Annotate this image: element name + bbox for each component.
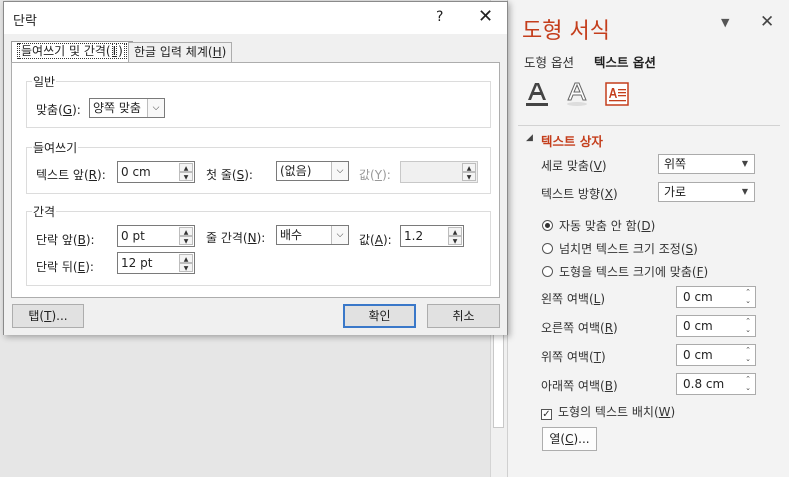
wrap-text-checkbox[interactable]: ✓ 도형의 텍스트 배치(W) bbox=[541, 403, 675, 420]
spin-down-icon[interactable]: ▼ bbox=[179, 172, 193, 181]
before-text-label: 텍스트 앞(R): bbox=[36, 168, 106, 182]
section-collapse-icon[interactable]: ◢ bbox=[526, 133, 533, 143]
chevron-down-icon: ⌵ bbox=[331, 162, 348, 180]
indent-by-label: 값(Y): bbox=[359, 168, 391, 182]
spin-buttons: ▲ ▼ bbox=[462, 163, 476, 181]
pane-close-icon[interactable]: ✕ bbox=[760, 12, 774, 32]
spin-buttons[interactable]: ▲ ▼ bbox=[179, 227, 193, 245]
spin-arrows-icon[interactable]: ⌃ ⌄ bbox=[745, 317, 751, 335]
line-spacing-select[interactable]: 배수 ⌵ bbox=[276, 225, 349, 245]
group-general-title: 일반 bbox=[32, 73, 57, 90]
radio-unselected-icon bbox=[542, 266, 553, 277]
radio-unselected-icon bbox=[542, 243, 553, 254]
tab-panel: 일반 맞춤(G): 양쪽 맞춤 ⌵ 들여쓰기 텍스트 앞(R): 0 cm ▲ ▼ 첫… bbox=[11, 62, 500, 298]
text-effects-icon[interactable] bbox=[564, 80, 590, 108]
bottom-margin-label: 아래쪽 여백(B) bbox=[541, 379, 618, 393]
group-indentation-title: 들여쓰기 bbox=[32, 139, 79, 156]
dialog-body: 들여쓰기 및 간격(I) 한글 입력 체계(H) 일반 맞춤(G): 양쪽 맞춤… bbox=[4, 34, 507, 335]
spacing-at-spinner[interactable]: 1.2 ▲ ▼ bbox=[400, 225, 464, 247]
chevron-down-icon: ⌵ bbox=[331, 226, 348, 244]
spin-up-icon[interactable]: ▲ bbox=[179, 227, 193, 236]
top-margin-spinner[interactable]: 0 cm ⌃ ⌄ bbox=[676, 344, 756, 366]
spacing-after-spinner[interactable]: 12 pt ▲ ▼ bbox=[117, 252, 195, 274]
cancel-button[interactable]: 취소 bbox=[427, 304, 500, 328]
radio-shrink-on-overflow[interactable]: 넘치면 텍스트 크기 조정(S) bbox=[542, 240, 698, 257]
tab-indents-spacing[interactable]: 들여쓰기 및 간격(I) bbox=[11, 41, 133, 63]
paragraph-dialog: 단락 ? ✕ 들여쓰기 및 간격(I) 한글 입력 체계(H) 일반 맞춤(G)… bbox=[3, 1, 508, 335]
spin-arrows-icon[interactable]: ⌃ ⌄ bbox=[745, 375, 751, 393]
spacing-after-label: 단락 뒤(E): bbox=[36, 260, 94, 274]
spacing-before-label: 단락 앞(B): bbox=[36, 233, 95, 247]
spin-up-icon[interactable]: ▲ bbox=[179, 254, 193, 263]
tab-asian-typography[interactable]: 한글 입력 체계(H) bbox=[128, 42, 233, 62]
tabs-button[interactable]: 탭(T)... bbox=[12, 304, 84, 328]
spin-down-icon: ▼ bbox=[462, 172, 476, 181]
close-icon[interactable]: ✕ bbox=[478, 6, 493, 27]
spin-arrows-icon[interactable]: ⌃ ⌄ bbox=[745, 288, 751, 306]
tab-text-options[interactable]: 텍스트 옵션 bbox=[594, 52, 656, 71]
before-text-spinner[interactable]: 0 cm ▲ ▼ bbox=[117, 161, 195, 183]
spin-buttons[interactable]: ▲ ▼ bbox=[448, 227, 462, 245]
radio-do-not-autofit[interactable]: 자동 맞춤 안 함(D) bbox=[542, 217, 655, 234]
spin-down-icon[interactable]: ▼ bbox=[179, 236, 193, 245]
pane-divider bbox=[518, 125, 780, 126]
spin-arrows-icon[interactable]: ⌃ ⌄ bbox=[745, 346, 751, 364]
columns-button[interactable]: 열(C)... bbox=[542, 427, 597, 451]
vertical-align-select[interactable]: 위쪽 ▼ bbox=[658, 154, 755, 174]
textbox-icon[interactable] bbox=[604, 80, 630, 108]
ok-button[interactable]: 확인 bbox=[343, 304, 416, 328]
alignment-label: 맞춤(G): bbox=[36, 103, 81, 117]
spin-up-icon: ▲ bbox=[462, 163, 476, 172]
spin-buttons[interactable]: ▲ ▼ bbox=[179, 254, 193, 272]
left-margin-spinner[interactable]: 0 cm ⌃ ⌄ bbox=[676, 286, 756, 308]
group-spacing bbox=[26, 211, 491, 286]
pane-options-caret-icon[interactable]: ▼ bbox=[721, 16, 729, 29]
chevron-down-icon: ▼ bbox=[741, 187, 748, 196]
line-spacing-label: 줄 간격(N): bbox=[206, 231, 266, 245]
first-line-label: 첫 줄(S): bbox=[206, 168, 253, 182]
spacing-before-spinner[interactable]: 0 pt ▲ ▼ bbox=[117, 225, 195, 247]
spin-buttons[interactable]: ▲ ▼ bbox=[179, 163, 193, 181]
first-line-select[interactable]: (없음) ⌵ bbox=[276, 161, 349, 181]
group-spacing-title: 간격 bbox=[32, 203, 57, 220]
pane-title: 도형 서식 bbox=[522, 19, 610, 44]
checkbox-checked-icon: ✓ bbox=[541, 409, 552, 420]
help-icon[interactable]: ? bbox=[436, 9, 443, 25]
right-margin-label: 오른쪽 여백(R) bbox=[541, 321, 618, 335]
text-direction-label: 텍스트 방향(X) bbox=[541, 187, 618, 201]
chevron-down-icon: ⌵ bbox=[147, 99, 164, 117]
top-margin-label: 위쪽 여백(T) bbox=[541, 350, 606, 364]
left-margin-label: 왼쪽 여백(L) bbox=[541, 292, 606, 306]
spin-down-icon[interactable]: ▼ bbox=[448, 236, 462, 245]
chevron-down-icon: ▼ bbox=[741, 159, 748, 168]
radio-selected-icon bbox=[542, 220, 553, 231]
right-margin-spinner[interactable]: 0 cm ⌃ ⌄ bbox=[676, 315, 756, 337]
indent-by-spinner: ▲ ▼ bbox=[400, 161, 478, 183]
dialog-title: 단락 bbox=[13, 14, 37, 29]
section-title-textbox[interactable]: 텍스트 상자 bbox=[541, 131, 603, 150]
spacing-at-label: 값(A): bbox=[359, 233, 392, 247]
format-shape-pane: 도형 서식 ▼ ✕ 도형 옵션 텍스트 옵션 ◢ 텍스트 상자 세로 맞춤(V)… bbox=[507, 0, 789, 477]
spin-down-icon[interactable]: ▼ bbox=[179, 263, 193, 272]
bottom-margin-spinner[interactable]: 0.8 cm ⌃ ⌄ bbox=[676, 373, 756, 395]
vertical-align-label: 세로 맞춤(V) bbox=[541, 159, 607, 173]
spin-up-icon[interactable]: ▲ bbox=[448, 227, 462, 236]
spin-up-icon[interactable]: ▲ bbox=[179, 163, 193, 172]
scrollbar-thumb[interactable] bbox=[493, 330, 504, 428]
tab-shape-options[interactable]: 도형 옵션 bbox=[524, 52, 574, 71]
text-direction-select[interactable]: 가로 ▼ bbox=[658, 182, 755, 202]
alignment-select[interactable]: 양쪽 맞춤 ⌵ bbox=[89, 98, 165, 118]
text-fill-outline-icon[interactable] bbox=[524, 80, 550, 108]
radio-resize-shape[interactable]: 도형을 텍스트 크기에 맞춤(F) bbox=[542, 263, 708, 280]
